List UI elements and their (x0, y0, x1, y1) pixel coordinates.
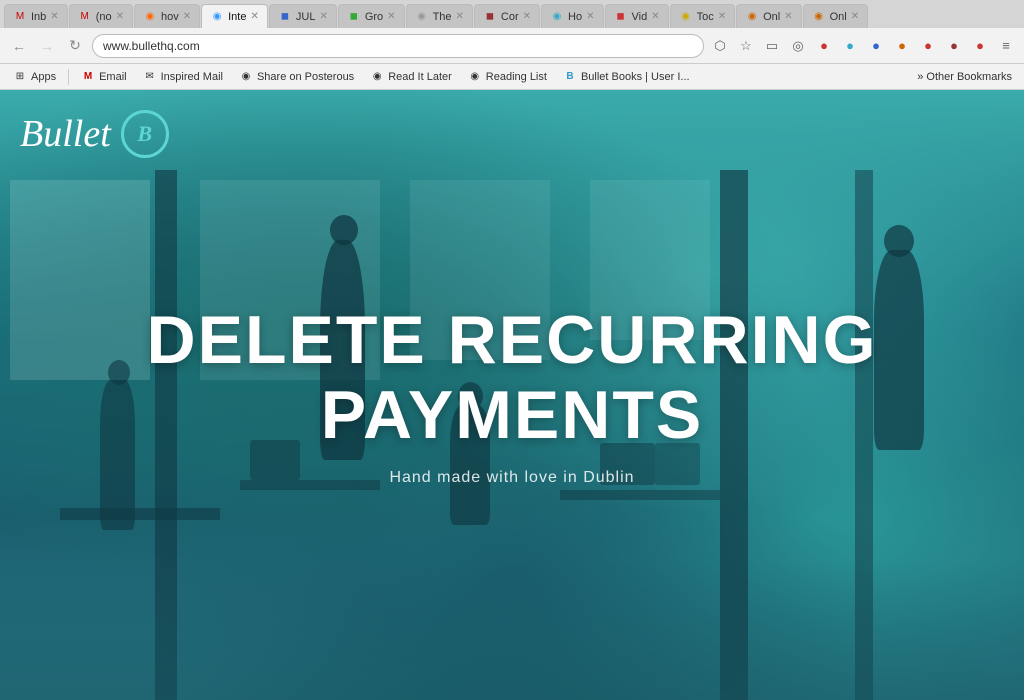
tab-favicon-11: ◉ (679, 10, 693, 24)
tab-favicon-6: ◼ (347, 10, 361, 24)
site-logo[interactable]: Bullet B (20, 110, 169, 158)
tab-favicon-12: ◉ (745, 10, 759, 24)
bookmark-reading-list[interactable]: ◉ Reading List (461, 68, 554, 86)
bookmark-apps[interactable]: ⊞ Apps (6, 68, 63, 86)
tab-6[interactable]: ◼ Gro ✕ (338, 4, 405, 28)
tab-favicon-10: ◼ (614, 10, 628, 24)
extension-icon-4[interactable]: ● (892, 36, 912, 56)
tab-close-5[interactable]: ✕ (319, 11, 327, 22)
tab-close-8[interactable]: ✕ (523, 11, 531, 22)
hero-section: Bullet B DELETE RECURRING PAYMENTS Hand … (0, 90, 1024, 700)
cast-icon[interactable]: ⬡ (710, 36, 730, 56)
tab-12[interactable]: ◉ Onl ✕ (736, 4, 802, 28)
extension-icon-2[interactable]: ● (840, 36, 860, 56)
bookmark-email[interactable]: M Email (74, 68, 134, 86)
bookmark-bullet-books[interactable]: B Bullet Books | User I... (556, 68, 697, 86)
tab-close-13[interactable]: ✕ (851, 11, 859, 22)
monitor-icon[interactable]: ▭ (762, 36, 782, 56)
logo-text: Bullet (20, 112, 111, 156)
tab-close-11[interactable]: ✕ (718, 11, 726, 22)
tab-favicon-8: ◼ (483, 10, 497, 24)
address-bar[interactable]: www.bullethq.com (92, 34, 704, 58)
email-favicon: M (81, 70, 95, 84)
tab-favicon-2: M (78, 10, 92, 24)
tab-close-2[interactable]: ✕ (116, 11, 124, 22)
bookmarks-bar: ⊞ Apps M Email ✉ Inspired Mail ◉ Share o… (0, 64, 1024, 90)
extension-icon-3[interactable]: ● (866, 36, 886, 56)
tab-2[interactable]: M (no ✕ (69, 4, 133, 28)
tab-close-7[interactable]: ✕ (456, 11, 464, 22)
tab-5[interactable]: ◼ JUL ✕ (269, 4, 337, 28)
website-content: Bullet B DELETE RECURRING PAYMENTS Hand … (0, 90, 1024, 700)
bookmark-posterous[interactable]: ◉ Share on Posterous (232, 68, 361, 86)
hero-title: DELETE RECURRING PAYMENTS (0, 303, 1024, 453)
tab-close-10[interactable]: ✕ (651, 11, 659, 22)
tab-9[interactable]: ◉ Ho ✕ (541, 4, 603, 28)
read-later-favicon: ◉ (370, 70, 384, 84)
tab-close-3[interactable]: ✕ (183, 11, 191, 22)
reading-list-favicon: ◉ (468, 70, 482, 84)
tab-close-9[interactable]: ✕ (586, 11, 594, 22)
tab-7[interactable]: ◉ The ✕ (406, 4, 473, 28)
extension-icon-1[interactable]: ● (814, 36, 834, 56)
browser-window: M Inb ✕ M (no ✕ ◉ hov ✕ ◉ Inte ✕ ◼ JUL ✕… (0, 0, 1024, 700)
tab-favicon-4: ◉ (210, 10, 224, 24)
tab-favicon-5: ◼ (278, 10, 292, 24)
extension-icon-5[interactable]: ● (918, 36, 938, 56)
extension-icon-7[interactable]: ● (970, 36, 990, 56)
tab-11[interactable]: ◉ Toc ✕ (670, 4, 736, 28)
refresh-button[interactable]: ↻ (64, 35, 86, 57)
bullet-books-favicon: B (563, 70, 577, 84)
apps-favicon: ⊞ (13, 70, 27, 84)
tab-4[interactable]: ◉ Inte ✕ (201, 4, 268, 28)
tab-10[interactable]: ◼ Vid ✕ (605, 4, 669, 28)
tab-close-4[interactable]: ✕ (250, 11, 258, 22)
tab-1[interactable]: M Inb ✕ (4, 4, 68, 28)
tab-favicon-1: M (13, 10, 27, 24)
inspired-mail-favicon: ✉ (143, 70, 157, 84)
tab-close-6[interactable]: ✕ (387, 11, 395, 22)
tab-close-12[interactable]: ✕ (784, 11, 792, 22)
tab-favicon-7: ◉ (415, 10, 429, 24)
logo-circle: B (121, 110, 169, 158)
tab-13[interactable]: ◉ Onl ✕ (803, 4, 869, 28)
bookmark-inspired-mail[interactable]: ✉ Inspired Mail (136, 68, 230, 86)
nav-icons: ⬡ ☆ ▭ ◎ ● ● ● ● ● ● ● ≡ (710, 36, 1016, 56)
forward-button[interactable]: → (36, 35, 58, 57)
tab-favicon-9: ◉ (550, 10, 564, 24)
bookmark-divider-1 (68, 69, 69, 85)
extension-icon-6[interactable]: ● (944, 36, 964, 56)
menu-icon[interactable]: ≡ (996, 36, 1016, 56)
hero-main-text: DELETE RECURRING PAYMENTS Hand made with… (0, 303, 1024, 487)
tab-bar: M Inb ✕ M (no ✕ ◉ hov ✕ ◉ Inte ✕ ◼ JUL ✕… (0, 0, 1024, 28)
bookmark-read-later[interactable]: ◉ Read It Later (363, 68, 459, 86)
tab-close-1[interactable]: ✕ (50, 11, 58, 22)
hero-subtitle: Hand made with love in Dublin (0, 469, 1024, 487)
tab-favicon-3: ◉ (143, 10, 157, 24)
bookmark-star-icon[interactable]: ☆ (736, 36, 756, 56)
tab-8[interactable]: ◼ Cor ✕ (474, 4, 540, 28)
nav-bar: ← → ↻ www.bullethq.com ⬡ ☆ ▭ ◎ ● ● ● ● ●… (0, 28, 1024, 64)
nfc-icon[interactable]: ◎ (788, 36, 808, 56)
back-button[interactable]: ← (8, 35, 30, 57)
posterous-favicon: ◉ (239, 70, 253, 84)
tab-3[interactable]: ◉ hov ✕ (134, 4, 200, 28)
bookmarks-more[interactable]: » Other Bookmarks (911, 69, 1018, 85)
tab-favicon-13: ◉ (812, 10, 826, 24)
url-text: www.bullethq.com (103, 39, 200, 53)
